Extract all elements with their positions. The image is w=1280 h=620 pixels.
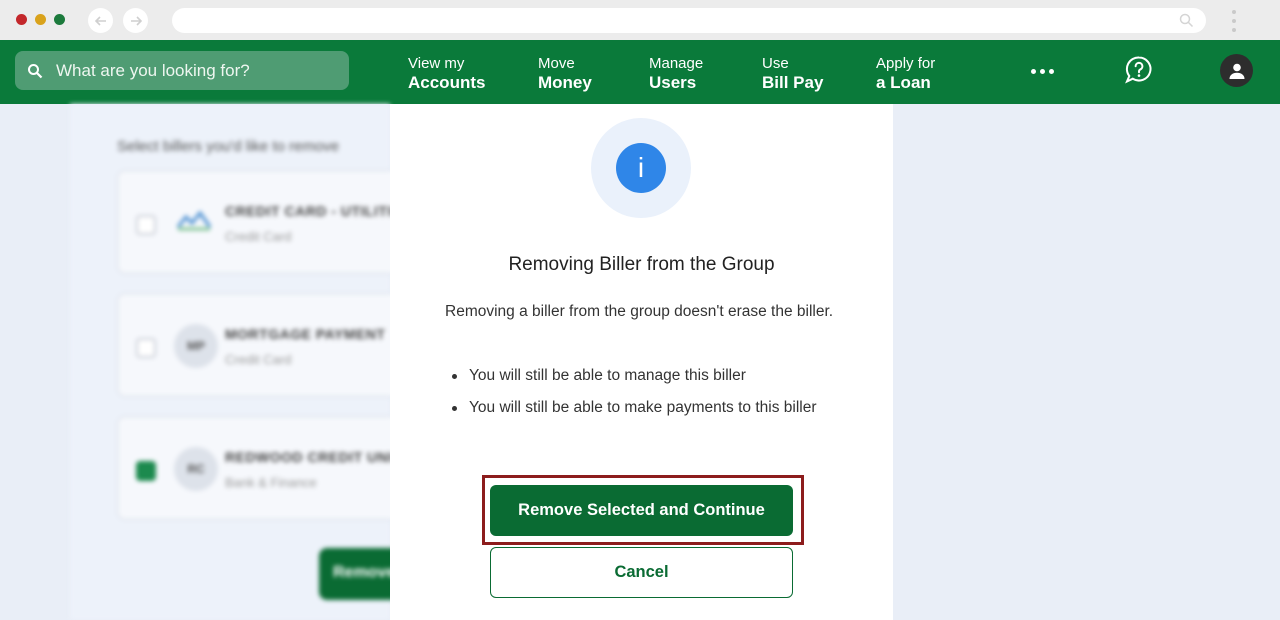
nav-label: Move [538,55,575,72]
search-input[interactable]: What are you looking for? [15,51,349,90]
background-page: Select billers you'd like to remove CRED… [70,104,439,620]
arrow-left-icon [94,15,106,26]
nav-label-bold: a Loan [876,73,931,92]
biller-type: Bank & Finance [225,475,317,490]
profile-button[interactable] [1220,54,1253,87]
nav-label-bold: Money [538,73,592,92]
nav-view-accounts[interactable]: View my Accounts [408,54,485,92]
dialog-bullet-list: You will still be able to manage this bi… [445,364,845,428]
window-minimize-button[interactable] [35,14,46,25]
biller-name: CREDIT CARD - UTILITIES [225,203,412,219]
window-maximize-button[interactable] [54,14,65,25]
biller-logo-icon [176,210,212,231]
search-icon [1179,13,1194,28]
nav-label-bold: Accounts [408,73,486,92]
biller-checkbox[interactable] [136,338,156,358]
info-icon: i [616,143,666,193]
dialog-title: Removing Biller from the Group [508,254,775,275]
biller-type: Credit Card [225,229,292,244]
dialog-description: Removing a biller from the group doesn't… [445,303,834,320]
remove-selected-continue-button[interactable]: Remove Selected and Continue [490,485,793,536]
biller-checkbox-checked[interactable] [136,461,156,481]
remove-biller-dialog: i Removing Biller from the Group Removin… [390,104,893,620]
cancel-button[interactable]: Cancel [490,547,793,598]
browser-back-button[interactable] [88,8,113,33]
biller-card[interactable]: MP MORTGAGE PAYMENT Credit Card [117,293,417,397]
search-placeholder: What are you looking for? [56,60,250,80]
background-heading: Select billers you'd like to remove [117,138,340,155]
nav-label: View my [408,55,465,72]
list-item: You will still be able to make payments … [445,396,845,420]
window-close-button[interactable] [16,14,27,25]
user-icon [1229,63,1244,79]
biller-avatar: MP [174,324,218,368]
arrow-right-icon [130,15,142,26]
browser-forward-button[interactable] [123,8,148,33]
address-bar[interactable] [172,8,1206,33]
biller-type: Credit Card [225,352,292,367]
more-dots-icon[interactable] [1031,69,1054,74]
biller-name: REDWOOD CREDIT UNION [225,449,415,465]
nav-label: Manage [649,55,704,72]
biller-card[interactable]: RC REDWOOD CREDIT UNION Bank & Finance [117,416,417,520]
nav-manage-users[interactable]: Manage Users [649,54,703,92]
top-navigation: What are you looking for? View my Accoun… [0,40,1280,104]
nav-apply-loan[interactable]: Apply for a Loan [876,54,935,92]
nav-label: Apply for [876,55,936,72]
nav-bill-pay[interactable]: Use Bill Pay [762,54,823,92]
nav-label-bold: Users [649,73,697,92]
nav-label: Use [762,55,789,72]
nav-label-bold: Bill Pay [762,73,824,92]
search-icon [28,63,43,78]
biller-name: MORTGAGE PAYMENT [225,326,386,342]
list-item: You will still be able to manage this bi… [445,364,845,388]
browser-chrome [0,0,1280,40]
info-icon-halo: i [591,118,691,218]
biller-checkbox[interactable] [136,215,156,235]
kebab-menu-icon[interactable] [1228,10,1240,32]
biller-avatar: RC [174,447,218,491]
nav-move-money[interactable]: Move Money [538,54,592,92]
help-chat-icon[interactable] [1124,55,1154,85]
biller-card[interactable]: CREDIT CARD - UTILITIES Credit Card [117,170,417,274]
